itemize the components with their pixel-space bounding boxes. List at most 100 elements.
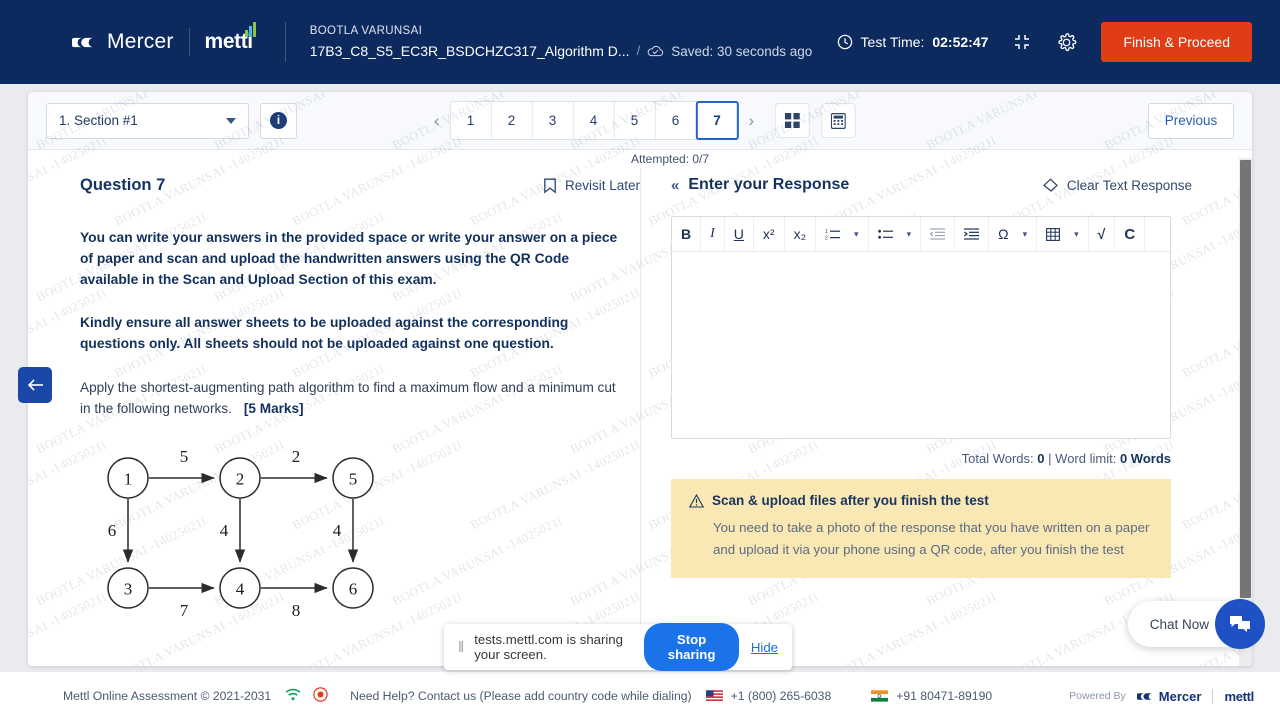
- ordered-list-icon: 12: [825, 229, 841, 241]
- subscript-button[interactable]: x₂: [785, 216, 817, 252]
- graph-edge-weight-3-4: 7: [180, 601, 189, 620]
- pagination-next-arrow[interactable]: ›: [739, 111, 765, 131]
- chevron-down-icon: [226, 117, 236, 124]
- clear-text-response-button[interactable]: Clear Text Response: [1042, 178, 1192, 193]
- footer-powered-by: Powered By Mercer mettl: [1069, 688, 1254, 704]
- eraser-icon: [1042, 177, 1058, 192]
- question-header: Question 7 Revisit Later: [80, 176, 640, 195]
- bold-button[interactable]: B: [672, 216, 702, 252]
- table-button[interactable]: [1037, 217, 1063, 252]
- calculator-icon: [831, 112, 847, 129]
- calculator-button[interactable]: [821, 103, 857, 138]
- graph-node-label-4: 4: [236, 580, 245, 599]
- page-scrollbar[interactable]: [1239, 158, 1252, 666]
- mercer-logo-icon: [1136, 692, 1152, 700]
- footer-mettl-text: mettl: [1224, 688, 1254, 704]
- question-para-1: You can write your answers in the provid…: [80, 230, 618, 288]
- chat-now-widget[interactable]: Chat Now: [1127, 599, 1265, 649]
- page-button-5[interactable]: 5: [615, 102, 656, 139]
- page-button-4[interactable]: 4: [574, 102, 615, 139]
- timer-label: Test Time:: [860, 34, 925, 50]
- svg-text:1: 1: [825, 229, 828, 235]
- special-character-dropdown[interactable]: ▾: [1012, 216, 1038, 252]
- previous-question-button[interactable]: Previous: [1148, 102, 1234, 139]
- name-separator: /: [636, 42, 641, 58]
- page-button-2[interactable]: 2: [492, 102, 533, 139]
- mercer-wordmark: Mercer: [107, 30, 174, 53]
- cloud-saved-icon: [647, 46, 664, 57]
- chevron-down-icon: ▾: [1022, 228, 1028, 239]
- underline-icon: U: [733, 226, 744, 242]
- app-footer: Mettl Online Assessment © 2021-2031 Need…: [0, 672, 1280, 720]
- indent-button[interactable]: [955, 216, 990, 252]
- bullet-list-button[interactable]: [869, 217, 896, 252]
- graph-node-label-2: 2: [236, 470, 245, 489]
- finish-and-proceed-button[interactable]: Finish & Proceed: [1101, 22, 1252, 62]
- section-info-button[interactable]: i: [260, 102, 297, 139]
- question-palette-button[interactable]: [775, 103, 811, 138]
- test-identity: BOOTLA VARUNSAI 17B3_C8_S5_EC3R_BSDCHZC3…: [310, 23, 813, 62]
- india-flag-icon: [871, 690, 889, 702]
- superscript-icon: x²: [762, 226, 775, 242]
- page-button-6[interactable]: 6: [656, 102, 697, 139]
- clock-icon: [837, 34, 852, 50]
- italic-button[interactable]: I: [701, 216, 725, 252]
- page-button-7[interactable]: 7: [695, 101, 739, 140]
- chat-bubble-button[interactable]: [1215, 599, 1265, 649]
- special-character-button[interactable]: Ω: [989, 217, 1011, 252]
- revisit-later-button[interactable]: Revisit Later: [543, 178, 640, 194]
- total-words-label: Total Words:: [961, 451, 1034, 466]
- graph-node-label-5: 5: [349, 470, 358, 489]
- table-icon: [1046, 227, 1061, 241]
- word-limit-value: 0 Words: [1119, 451, 1171, 466]
- stop-sharing-button[interactable]: Stop sharing: [644, 623, 739, 671]
- superscript-button[interactable]: x²: [754, 216, 785, 252]
- table-dropdown[interactable]: ▾: [1063, 216, 1089, 252]
- chat-now-label: Chat Now: [1149, 616, 1209, 632]
- revisit-later-label: Revisit Later: [564, 178, 640, 193]
- math-equation-button[interactable]: √: [1089, 216, 1116, 252]
- exit-fullscreen-button[interactable]: [1012, 32, 1032, 52]
- subscript-icon: x₂: [793, 226, 807, 242]
- recording-icon: [313, 687, 328, 702]
- pagination-prev-arrow[interactable]: ‹: [424, 111, 450, 131]
- bullet-list-dropdown[interactable]: ▾: [896, 216, 922, 252]
- warning-body: You need to take a photo of the response…: [713, 520, 1150, 557]
- recording-status: [313, 687, 328, 705]
- page-button-3[interactable]: 3: [533, 102, 574, 139]
- underline-button[interactable]: U: [725, 216, 754, 252]
- question-para-2: Kindly ensure all answer sheets to be up…: [80, 315, 569, 352]
- question-title: Question 7: [80, 176, 166, 194]
- ordered-list-dropdown[interactable]: ▾: [843, 216, 869, 252]
- italic-icon: I: [710, 226, 715, 241]
- svg-text:2: 2: [825, 236, 828, 241]
- outdent-button[interactable]: [921, 216, 956, 252]
- test-timer: Test Time: 02:52:47: [837, 34, 988, 50]
- collapse-panel-button[interactable]: [18, 367, 52, 403]
- scrollbar-thumb[interactable]: [1240, 160, 1251, 598]
- chevron-down-icon: ▾: [1074, 228, 1079, 239]
- indent-icon: [964, 228, 980, 240]
- footer-copyright: Mettl Online Assessment © 2021-2031: [63, 689, 272, 703]
- warning-triangle-icon: [689, 493, 704, 508]
- clear-text-response-label: Clear Text Response: [1066, 177, 1192, 193]
- word-count-bar: Total Words: 0 | Word limit: 0 Words: [671, 451, 1171, 466]
- exam-app: Mercer mettl BOOTLA VARUNSAI 17B3_C8_S5_…: [0, 0, 1280, 720]
- double-chevron-left-icon[interactable]: «: [671, 177, 679, 194]
- redo-button[interactable]: C: [1115, 216, 1146, 252]
- drag-handle-icon[interactable]: ‖: [458, 639, 464, 656]
- ordered-list-button[interactable]: 12: [816, 217, 843, 252]
- question-para-3-text: Apply the shortest-augmenting path algor…: [80, 380, 616, 417]
- page-button-1[interactable]: 1: [451, 102, 492, 139]
- footer-mercer-logo: Mercer: [1136, 689, 1201, 704]
- scan-upload-warning: Scan & upload files after you finish the…: [671, 479, 1171, 579]
- omega-icon: Ω: [998, 226, 1009, 242]
- exam-card: 1. Section #1 i ‹ 1 2 3 4 5 6 7 › Previo…: [28, 92, 1252, 666]
- editor-toolbar: B I U x² x₂ 12 ▾ ▾ Ω ▾ ▾ √ C: [672, 216, 1170, 252]
- response-textarea[interactable]: [672, 252, 1170, 438]
- response-header: « Enter your Response Clear Text Respons…: [671, 176, 1192, 194]
- response-title: Enter your Response: [688, 176, 850, 193]
- settings-button[interactable]: [1056, 32, 1077, 53]
- section-select[interactable]: 1. Section #1: [46, 102, 249, 139]
- hide-share-bar-link[interactable]: Hide: [751, 640, 778, 655]
